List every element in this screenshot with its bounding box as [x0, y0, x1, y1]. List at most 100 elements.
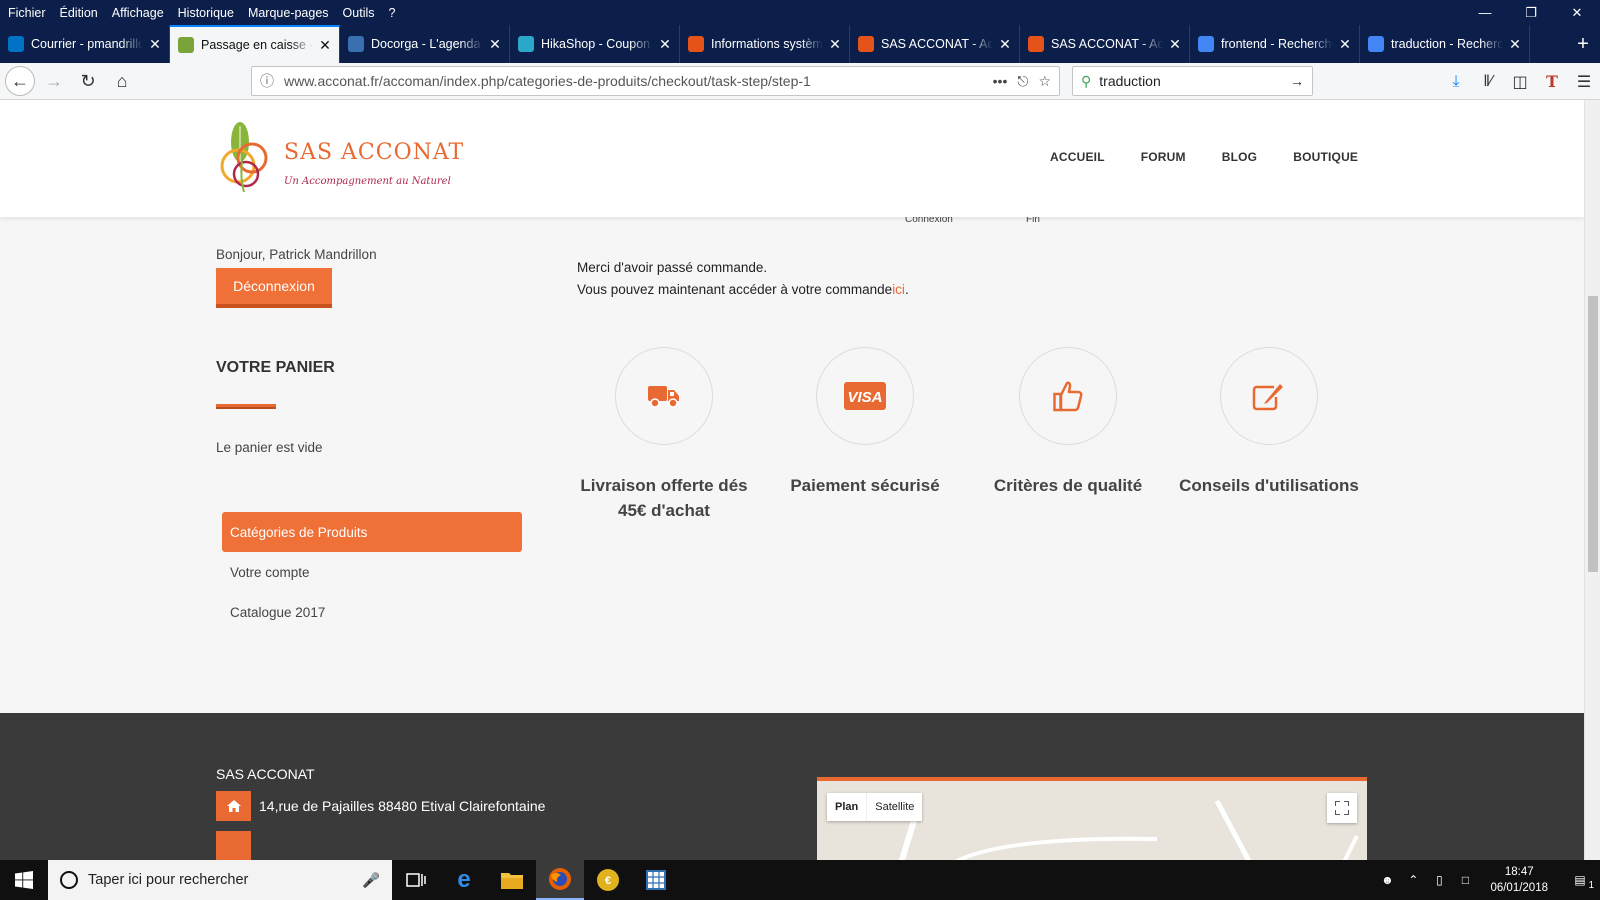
map-type-control: Plan Satellite [827, 793, 923, 821]
accounting-app-icon[interactable]: € [584, 860, 632, 900]
people-icon[interactable]: ☻ [1374, 873, 1400, 887]
tab-close-icon[interactable]: ✕ [1167, 36, 1183, 53]
taskbar-search[interactable]: Taper ici pour rechercher 🎤 [48, 860, 392, 900]
tab-close-icon[interactable]: ✕ [1337, 36, 1353, 53]
browser-tab[interactable]: frontend - Recherche ✕ [1190, 25, 1360, 63]
tray-expand-icon[interactable]: ⌃ [1400, 873, 1426, 887]
bookmark-star-icon[interactable]: ☆ [1038, 73, 1051, 90]
tab-close-icon[interactable]: ✕ [827, 36, 843, 53]
clock-date: 06/01/2018 [1490, 882, 1548, 894]
map-plan-button[interactable]: Plan [827, 793, 868, 821]
pocket-icon[interactable]: ⎋ [1017, 73, 1028, 90]
nav-boutique[interactable]: BOUTIQUE [1293, 150, 1358, 164]
browser-tab[interactable]: Docorga - L'agenda de ✕ [340, 25, 510, 63]
menu-outils[interactable]: Outils [336, 6, 382, 20]
tab-close-icon[interactable]: ✕ [147, 36, 163, 53]
info-icon[interactable]: ⓘ [260, 71, 274, 91]
edit-icon [1252, 384, 1283, 411]
map-satellite-button[interactable]: Satellite [867, 793, 922, 821]
task-view-icon[interactable] [392, 860, 440, 900]
tab-close-icon[interactable]: ✕ [487, 36, 503, 53]
edge-icon[interactable]: e [440, 860, 488, 900]
microphone-icon[interactable]: 🎤 [362, 872, 380, 889]
menu-marque-pages[interactable]: Marque-pages [241, 6, 336, 20]
search-engine-icon[interactable]: ⚲ [1081, 73, 1091, 90]
sidebar-icon[interactable]: ◫ [1504, 72, 1536, 92]
search-go-icon[interactable]: → [1290, 73, 1304, 89]
back-icon[interactable]: ← [5, 66, 35, 96]
tab-title: Courrier - pmandrillon [31, 37, 143, 51]
browser-tab[interactable]: Courrier - pmandrillon ✕ [0, 25, 170, 63]
scrollbar-thumb[interactable] [1588, 296, 1598, 572]
menu-edition[interactable]: Édition [53, 6, 105, 20]
browser-tab[interactable]: Informations système ✕ [680, 25, 850, 63]
browser-tab[interactable]: Passage en caisse - SAS ✕ [170, 25, 340, 63]
hikashop-icon [518, 36, 534, 52]
menu-affichage[interactable]: Affichage [105, 6, 171, 20]
map-widget[interactable]: Plan Satellite [817, 777, 1367, 860]
fullscreen-icon[interactable] [1327, 793, 1357, 823]
system-clock[interactable]: 18:47 06/01/2018 [1478, 864, 1560, 896]
firefox-icon[interactable] [536, 860, 584, 900]
extension-t-icon[interactable]: T [1536, 72, 1568, 91]
menu-item-compte[interactable]: Votre compte [222, 552, 522, 592]
battery-icon[interactable]: ▯ [1426, 873, 1452, 887]
browser-tab[interactable]: SAS ACCONAT - Admin ✕ [850, 25, 1020, 63]
google-icon [1198, 36, 1214, 52]
spreadsheet-app-icon[interactable] [632, 860, 680, 900]
tab-title: Passage en caisse - SAS [201, 38, 313, 52]
library-icon[interactable]: ‖∕ [1472, 73, 1504, 91]
downloads-icon[interactable]: ⤓ [1440, 73, 1472, 91]
feature-qualite: Critères de qualité [968, 347, 1168, 498]
menu-aide[interactable]: ? [382, 6, 403, 20]
tab-title: SAS ACCONAT - Admin [1051, 37, 1163, 51]
close-window-icon[interactable]: ✕ [1554, 5, 1600, 21]
hamburger-menu-icon[interactable]: ☰ [1568, 72, 1600, 92]
menu-item-catalogue[interactable]: Catalogue 2017 [222, 592, 522, 632]
page-scrollbar[interactable] [1584, 100, 1600, 860]
file-explorer-icon[interactable] [488, 860, 536, 900]
browser-tab[interactable]: traduction - Recherche ✕ [1360, 25, 1530, 63]
home-icon[interactable]: ⌂ [107, 66, 137, 96]
url-text[interactable]: www.acconat.fr/accoman/index.php/categor… [284, 73, 983, 89]
browser-tab[interactable]: HikaShop - Coupon de ✕ [510, 25, 680, 63]
browser-tab[interactable]: SAS ACCONAT - Admin ✕ [1020, 25, 1190, 63]
tab-title: Docorga - L'agenda de [371, 37, 483, 51]
reload-icon[interactable]: ↻ [73, 66, 103, 96]
restore-icon[interactable]: ❐ [1508, 5, 1554, 21]
minimize-icon[interactable]: — [1462, 5, 1508, 21]
nav-blog[interactable]: BLOG [1222, 150, 1257, 164]
address-bar[interactable]: ⓘ www.acconat.fr/accoman/index.php/categ… [251, 66, 1060, 96]
new-tab-icon[interactable]: + [1566, 25, 1600, 63]
menu-item-categories[interactable]: Catégories de Produits [222, 512, 522, 552]
footer-address: 14,rue de Pajailles 88480 Etival Clairef… [216, 791, 545, 821]
feature-title: Livraison offerte dés 45€ d'achat [580, 476, 748, 520]
brand-tagline: Un Accompagnement au Naturel [284, 176, 451, 187]
site-header: SAS ACCONAT Un Accompagnement au Naturel… [0, 100, 1584, 217]
order-link[interactable]: ici [892, 282, 905, 297]
tab-title: frontend - Recherche [1221, 37, 1333, 51]
nav-forum[interactable]: FORUM [1141, 150, 1186, 164]
page-actions-icon[interactable]: ••• [993, 73, 1008, 89]
thanks-line-2-text: Vous pouvez maintenant accéder à votre c… [577, 282, 893, 297]
forward-icon[interactable]: → [39, 66, 69, 96]
tab-title: HikaShop - Coupon de [541, 37, 653, 51]
notification-center-icon[interactable]: ▤ 1 [1560, 873, 1600, 891]
search-bar[interactable]: ⚲ traduction → [1072, 66, 1313, 96]
main-nav: ACCUEIL FORUM BLOG BOUTIQUE [1050, 150, 1394, 164]
menu-bar: Fichier Édition Affichage Historique Mar… [0, 0, 1600, 25]
tab-close-icon[interactable]: ✕ [1507, 36, 1523, 53]
search-input[interactable]: traduction [1099, 73, 1290, 89]
thanks-line-1: Merci d'avoir passé commande. [577, 260, 768, 275]
site-logo[interactable]: SAS ACCONAT Un Accompagnement au Naturel [216, 118, 476, 198]
menu-historique[interactable]: Historique [171, 6, 241, 20]
network-icon[interactable]: □ [1452, 873, 1478, 887]
windows-start-icon[interactable] [0, 860, 48, 900]
tab-close-icon[interactable]: ✕ [657, 36, 673, 53]
taskbar-search-placeholder[interactable]: Taper ici pour rechercher [88, 872, 362, 888]
tab-close-icon[interactable]: ✕ [997, 36, 1013, 53]
tab-close-icon[interactable]: ✕ [317, 37, 333, 54]
logout-button[interactable]: Déconnexion [216, 268, 332, 308]
menu-fichier[interactable]: Fichier [0, 6, 53, 20]
nav-accueil[interactable]: ACCUEIL [1050, 150, 1105, 164]
